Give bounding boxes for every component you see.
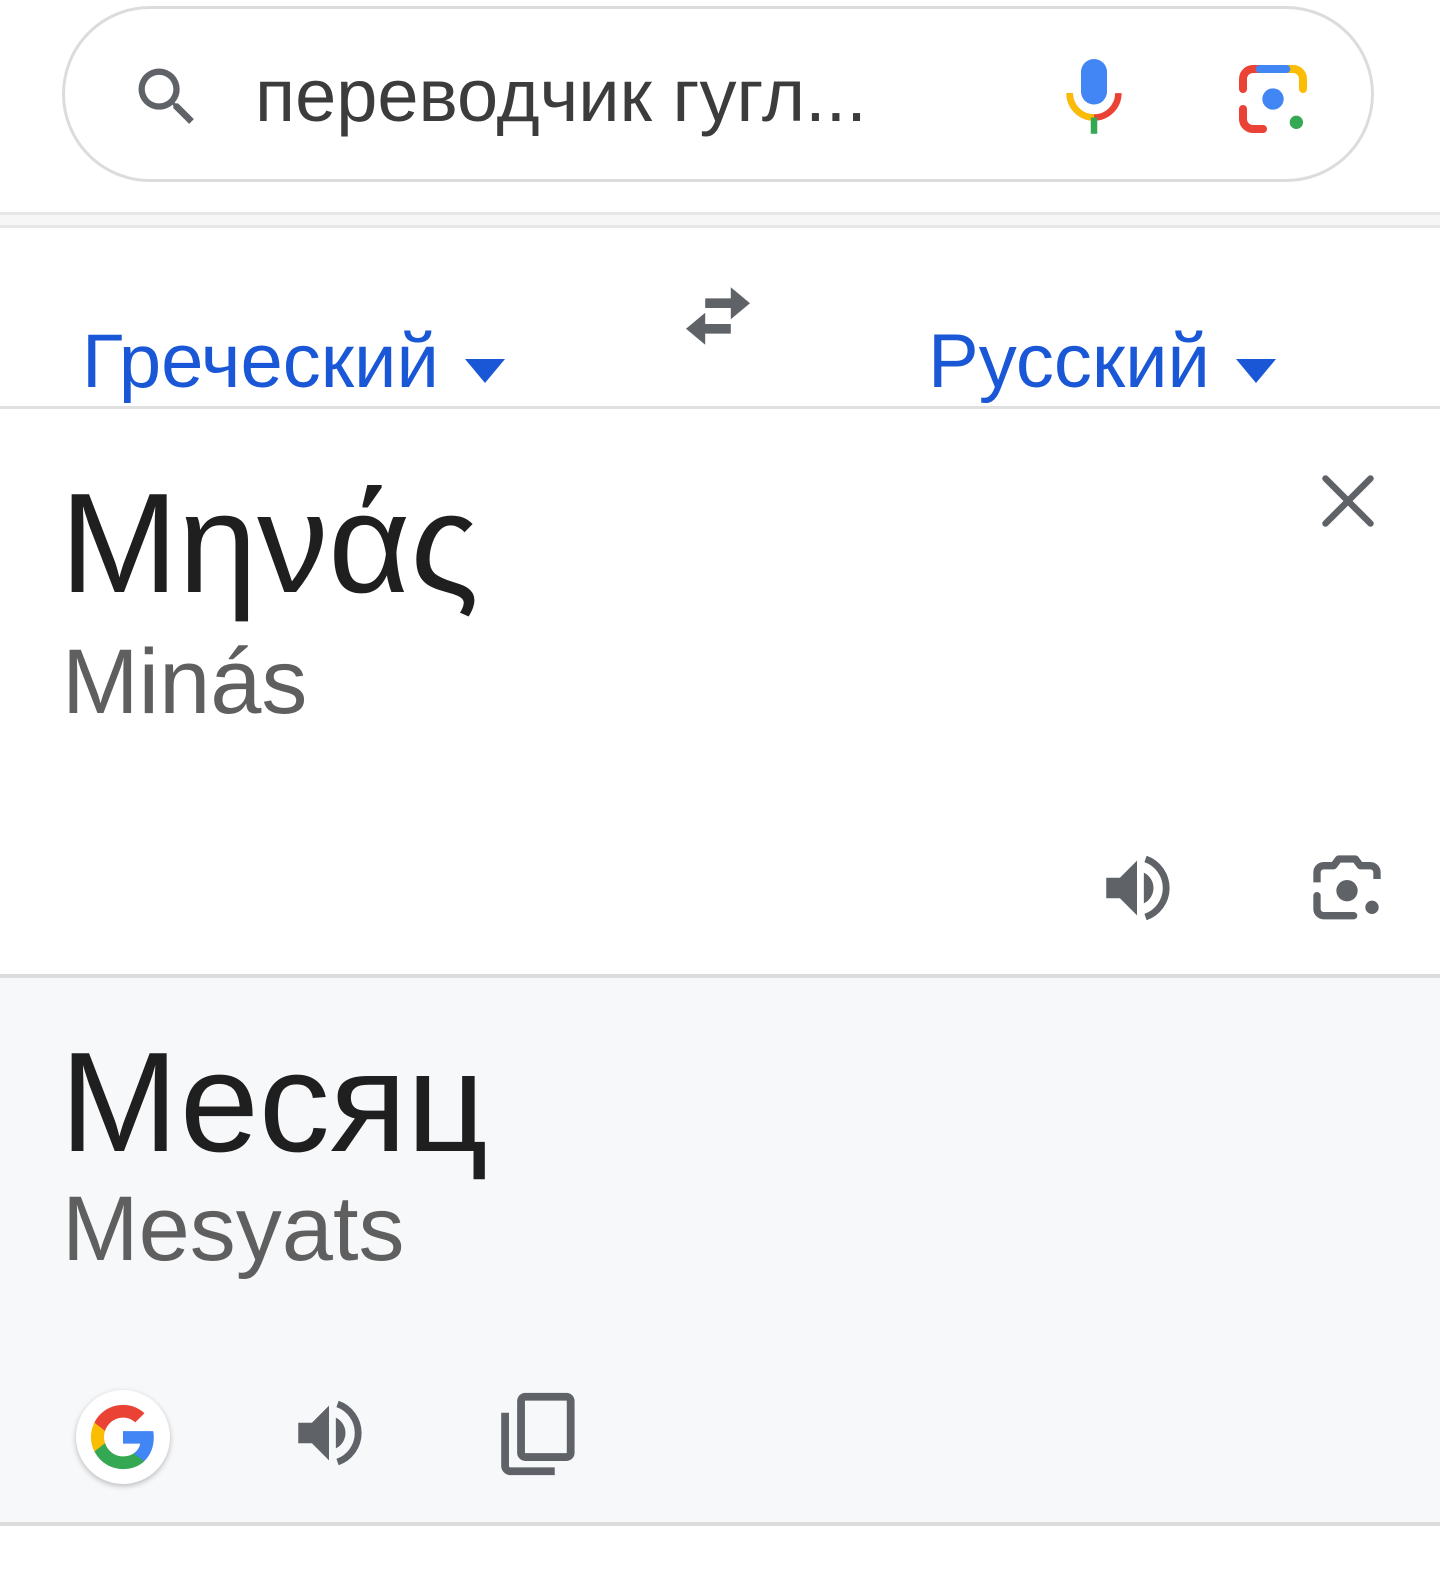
translated-text: Месяц	[60, 1023, 489, 1182]
translated-transliteration: Mesyats	[62, 1178, 405, 1280]
swap-icon[interactable]	[678, 284, 758, 348]
speaker-icon[interactable]	[288, 1392, 370, 1474]
header-separator	[0, 212, 1440, 228]
camera-icon[interactable]	[1306, 849, 1388, 929]
chevron-down-icon	[1236, 359, 1276, 383]
source-transliteration: Minás	[62, 631, 308, 733]
source-language-label: Греческий	[82, 319, 439, 404]
mic-icon[interactable]	[1055, 55, 1133, 141]
chevron-down-icon	[464, 359, 505, 383]
divider	[0, 1522, 1440, 1526]
translation-panel: Месяц Mesyats	[0, 978, 1440, 1524]
search-bar[interactable]: переводчик гугл...	[62, 6, 1374, 182]
source-panel[interactable]: Μηνάς Minás	[0, 409, 1440, 974]
google-logo-icon	[90, 1404, 154, 1470]
lens-icon[interactable]	[1233, 59, 1313, 139]
language-selector-row: Греческий Русский	[0, 228, 1440, 408]
target-language-dropdown[interactable]: Русский	[928, 312, 1276, 412]
target-language-label: Русский	[928, 319, 1210, 404]
source-language-dropdown[interactable]: Греческий	[82, 312, 505, 412]
close-icon[interactable]	[1318, 471, 1378, 531]
search-icon[interactable]	[129, 59, 205, 135]
source-text[interactable]: Μηνάς	[60, 459, 479, 629]
search-input[interactable]: переводчик гугл...	[255, 51, 995, 141]
google-button[interactable]	[76, 1390, 170, 1484]
speaker-icon[interactable]	[1096, 847, 1178, 929]
copy-icon[interactable]	[498, 1390, 576, 1478]
